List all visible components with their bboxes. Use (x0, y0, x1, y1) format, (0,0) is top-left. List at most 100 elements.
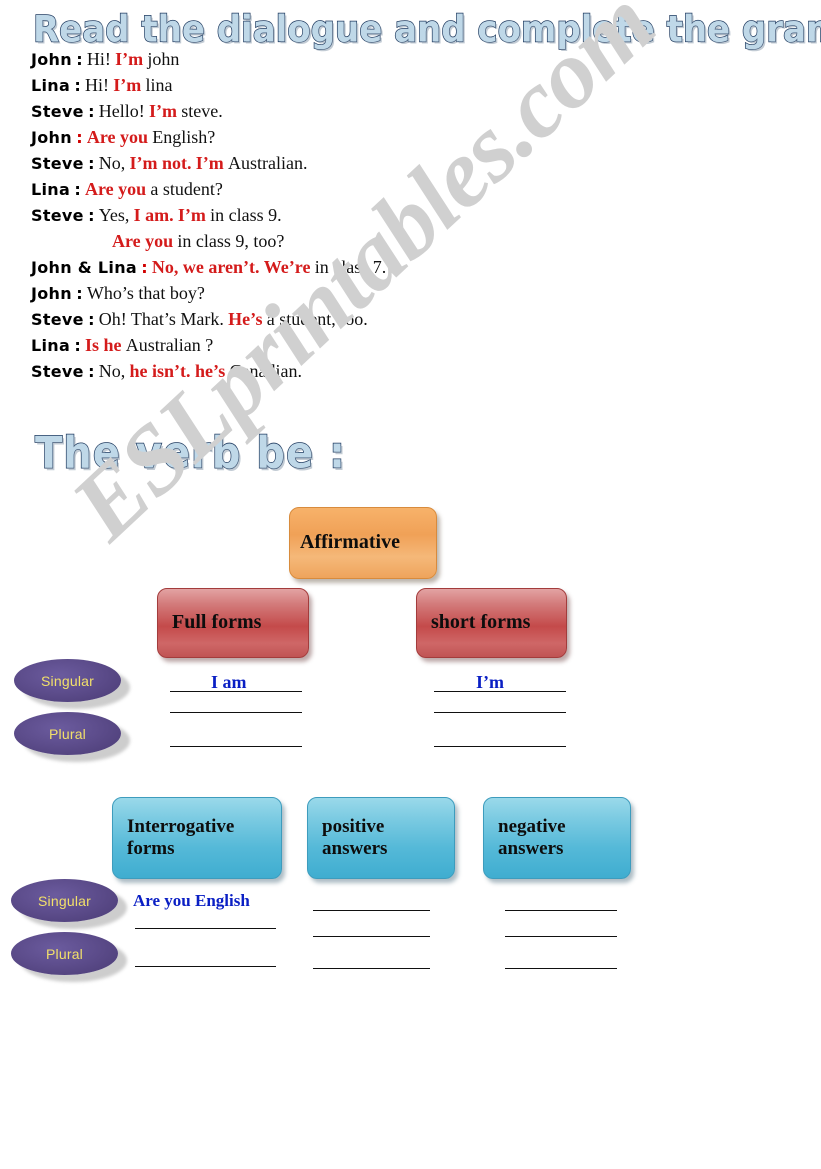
blank-negative-1[interactable] (505, 910, 617, 911)
dialogue-highlight: Is he (84, 335, 122, 355)
dialogue-colon: : (88, 154, 95, 173)
dialogue-colon: : (76, 50, 83, 69)
dialogue-speaker: John (31, 128, 72, 147)
dialogue-speaker: Steve (31, 310, 84, 329)
answer-interrogative-singular: Are you English (133, 891, 250, 910)
dialogue-speaker: Lina (31, 76, 71, 95)
blank-short-plural[interactable] (434, 746, 566, 747)
dialogue-highlight: Are you (84, 179, 147, 199)
short-forms-box: short forms (416, 588, 567, 658)
dialogue-speaker: Steve (31, 154, 84, 173)
dialogue-highlight: No, we aren’t. (151, 257, 260, 277)
dialogue-text: No, (98, 361, 126, 381)
dialogue-highlight: I’m (148, 101, 177, 121)
dialogue-text: Who’s that boy? (86, 283, 205, 303)
dialogue-colon: : (74, 76, 81, 95)
blank-positive-3[interactable] (313, 968, 430, 969)
dialogue-line: Are you in class 9, too? (0, 228, 821, 254)
dialogue-line: John : Who’s that boy? (0, 280, 821, 306)
dialogue-speaker: John (31, 50, 72, 69)
worksheet-page: ESLprintables.com Read the dialogue and … (0, 0, 821, 1169)
affirmative-header-box: Affirmative (289, 507, 437, 579)
dialogue-line: John & Lina : No, we aren’t. We’re in cl… (0, 254, 821, 280)
dialogue-colon: : (76, 128, 83, 147)
dialogue-colon: : (88, 310, 95, 329)
short-forms-label: short forms (431, 611, 531, 634)
dialogue-speaker: Lina (31, 180, 71, 199)
dialogue-highlight: I’m (113, 75, 142, 95)
row-label-singular-affirmative: Singular (14, 659, 121, 702)
answer-full-forms-singular: I am (211, 672, 247, 692)
dialogue-text: No, (98, 153, 126, 173)
dialogue-highlight: I’m (115, 49, 144, 69)
dialogue-line: Steve : Oh! That’s Mark. He’s a student,… (0, 306, 821, 332)
blank-negative-3[interactable] (505, 968, 617, 969)
dialogue-speaker: Steve (31, 206, 84, 225)
positive-answers-box: positive answers (307, 797, 455, 879)
blank-full-plural[interactable] (170, 746, 302, 747)
dialogue-text: Australian ? (125, 335, 214, 355)
dialogue-highlight: I am. (133, 205, 174, 225)
full-forms-label: Full forms (172, 611, 262, 634)
row-label-plural-interrogative: Plural (11, 932, 118, 975)
dialogue-line: Steve : No, I’m not. I’m Australian. (0, 150, 821, 176)
dialogue-highlight: I’m not. (129, 153, 192, 173)
dialogue-highlight: he isn’t. he’s (129, 361, 226, 381)
dialogue-highlight: We’re (263, 257, 311, 277)
dialogue-line: Steve : No, he isn’t. he’s Canadian. (0, 358, 821, 384)
dialogue-highlight: He’s (228, 309, 263, 329)
dialogue-line: Lina : Are you a student? (0, 176, 821, 202)
row-label-singular-affirmative-text: Singular (41, 672, 94, 689)
negative-answers-label: negative answers (498, 815, 566, 859)
dialogue-text: a student? (150, 179, 223, 199)
dialogue-line: John : Are you English? (0, 124, 821, 150)
dialogue-speaker: John & Lina (31, 258, 137, 277)
affirmative-header-label: Affirmative (300, 531, 400, 554)
blank-positive-2[interactable] (313, 936, 430, 937)
dialogue-line: Steve : Hello! I’m steve. (0, 98, 821, 124)
positive-answers-label: positive answers (322, 815, 388, 859)
row-label-singular-interrogative-text: Singular (38, 892, 91, 909)
dialogue-text: English? (152, 127, 216, 147)
dialogue-block: John : Hi! I’m john Lina : Hi! I’m lina St… (0, 46, 821, 384)
interrogative-forms-box: Interrogative forms (112, 797, 282, 879)
blank-interrogative-2[interactable] (135, 966, 276, 967)
blank-interrogative-1[interactable] (135, 928, 276, 929)
dialogue-speaker: Lina (31, 336, 71, 355)
blank-short-singular-b[interactable] (434, 712, 566, 713)
dialogue-text: lina (145, 75, 173, 95)
dialogue-text: in class 9. (210, 205, 282, 225)
dialogue-text: in class 7. (314, 257, 387, 277)
dialogue-colon: : (76, 284, 83, 303)
row-label-plural-affirmative: Plural (14, 712, 121, 755)
dialogue-highlight: Are you (112, 231, 174, 251)
dialogue-text: Hi! (86, 49, 111, 69)
row-label-plural-affirmative-text: Plural (49, 725, 86, 742)
dialogue-text: steve. (181, 101, 223, 121)
blank-positive-1[interactable] (313, 910, 430, 911)
dialogue-colon: : (141, 258, 148, 277)
dialogue-text: Hello! (98, 101, 145, 121)
dialogue-colon: : (88, 102, 95, 121)
dialogue-text: Hi! (84, 75, 109, 95)
blank-full-singular-b[interactable] (170, 712, 302, 713)
dialogue-speaker: Steve (31, 362, 84, 381)
dialogue-colon: : (74, 180, 81, 199)
dialogue-colon: : (74, 336, 81, 355)
dialogue-line: Lina : Hi! I’m lina (0, 72, 821, 98)
dialogue-highlight: I’m (195, 153, 224, 173)
section-title-verb-be: The verb be : (34, 427, 346, 479)
negative-answers-box: negative answers (483, 797, 631, 879)
dialogue-highlight: I’m (177, 205, 206, 225)
dialogue-text: Oh! That’s Mark. (98, 309, 224, 329)
dialogue-text: Australian. (227, 153, 308, 173)
blank-negative-2[interactable] (505, 936, 617, 937)
dialogue-highlight: Are you (86, 127, 149, 147)
dialogue-text: in class 9, too? (177, 231, 285, 251)
dialogue-line: John : Hi! I’m john (0, 46, 821, 72)
dialogue-text: john (147, 49, 180, 69)
interrogative-forms-label: Interrogative forms (127, 815, 235, 859)
row-label-plural-interrogative-text: Plural (46, 945, 83, 962)
dialogue-colon: : (88, 362, 95, 381)
dialogue-colon: : (88, 206, 95, 225)
